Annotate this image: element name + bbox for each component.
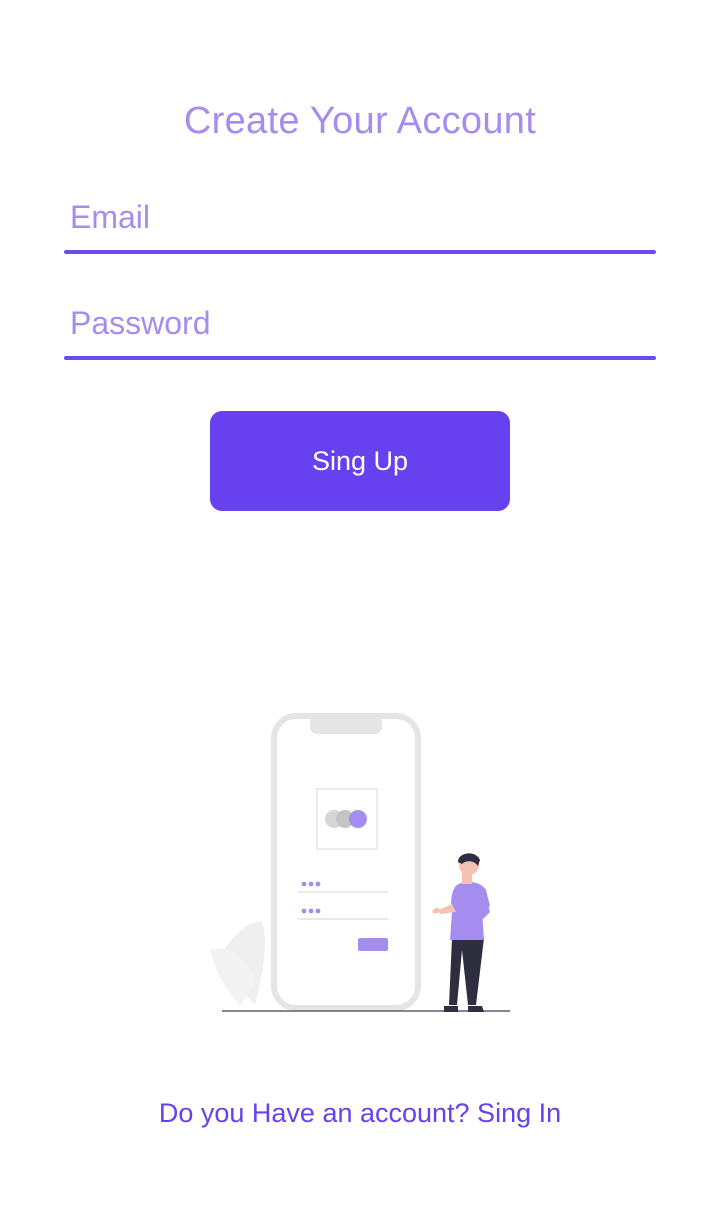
email-underline (64, 250, 656, 254)
password-underline (64, 356, 656, 360)
page-title: Create Your Account (183, 100, 537, 142)
sign-up-button[interactable]: Sing Up (210, 411, 510, 511)
phone-login-illustration (210, 713, 510, 1012)
password-input[interactable] (64, 292, 656, 354)
phone-icon (271, 713, 421, 1011)
password-field-container (64, 292, 656, 362)
email-field-container (64, 186, 656, 256)
person-icon (432, 853, 490, 1012)
leaf-icon (210, 921, 265, 1005)
sign-in-link[interactable]: Do you Have an account? Sing In (0, 1098, 720, 1129)
email-input[interactable] (64, 186, 656, 248)
